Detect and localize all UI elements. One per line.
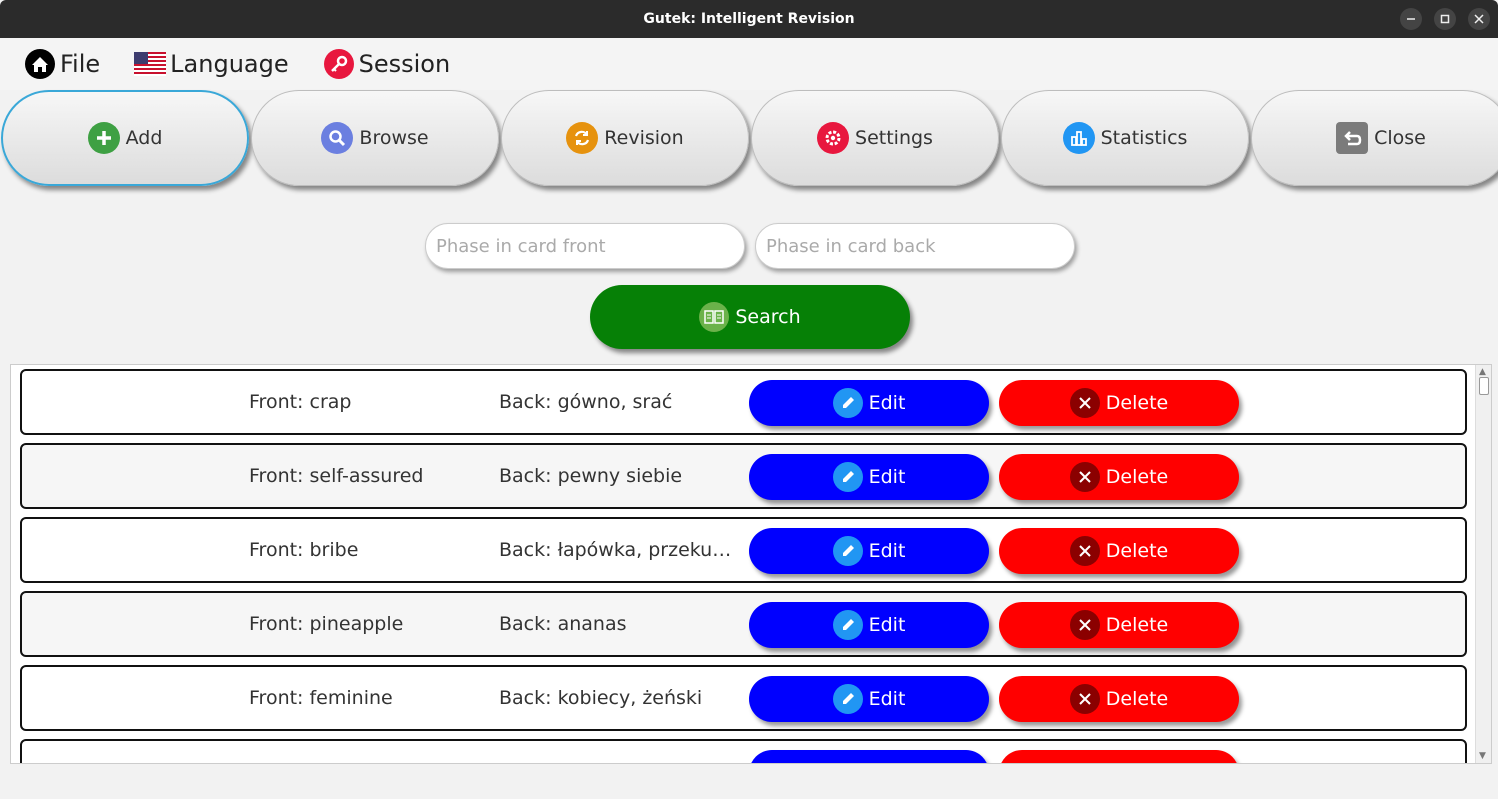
menu-language-label: Language (170, 50, 289, 78)
card-row: Front: pineapple Back: ananas Edit Delet… (20, 591, 1467, 657)
card-back-text: Back: gówno, srać (499, 391, 673, 413)
card-front-text: Front: bribe (249, 539, 359, 561)
front-search-input[interactable] (425, 223, 745, 269)
delete-button[interactable]: Delete (999, 602, 1239, 648)
maximize-button[interactable] (1434, 8, 1456, 30)
nav-statistics-button[interactable]: Statistics (1001, 90, 1249, 186)
card-front-text: Front: self-assured (249, 465, 424, 487)
x-icon (1069, 388, 1100, 418)
home-icon (24, 48, 56, 80)
title-bar: Gutek: Intelligent Revision (0, 0, 1498, 38)
x-icon (1069, 536, 1100, 566)
scroll-up-icon[interactable]: ▲ (1479, 367, 1486, 377)
gear-icon (817, 122, 850, 154)
menu-bar: File Language Session (0, 38, 1498, 90)
back-search-input[interactable] (755, 223, 1075, 269)
card-row: Front: feminine Back: kobiecy, żeński Ed… (20, 665, 1467, 731)
nav-browse-button[interactable]: Browse (251, 90, 499, 186)
plus-icon (87, 122, 120, 154)
card-front-text: Front: feminine (249, 687, 393, 709)
menu-file[interactable]: File (24, 48, 100, 80)
delete-label: Delete (1105, 688, 1169, 710)
delete-label: Delete (1105, 614, 1169, 636)
close-window-button[interactable] (1468, 8, 1490, 30)
bar-chart-icon (1062, 122, 1095, 154)
edit-button[interactable]: Edit (749, 454, 989, 500)
window-title: Gutek: Intelligent Revision (643, 11, 855, 27)
nav-browse-label: Browse (359, 127, 429, 149)
nav-revision-label: Revision (604, 127, 684, 149)
edit-label: Edit (868, 614, 906, 636)
us-flag-icon (134, 48, 167, 80)
card-back-text: Back: ananas (499, 613, 627, 635)
delete-button[interactable]: Delete (999, 676, 1239, 722)
window-controls (1400, 8, 1490, 30)
card-row: Front: crap Back: gówno, srać Edit Delet… (20, 369, 1467, 435)
pencil-icon (832, 610, 863, 640)
x-icon (1069, 684, 1100, 714)
card-row-partial (20, 739, 1467, 763)
pencil-icon (832, 684, 863, 714)
card-list: Front: crap Back: gówno, srać Edit Delet… (10, 364, 1492, 764)
card-row: Front: bribe Back: łapówka, przekupy... … (20, 517, 1467, 583)
nav-revision-button[interactable]: Revision (501, 90, 749, 186)
minimize-icon (1407, 18, 1415, 20)
edit-label: Edit (868, 688, 906, 710)
edit-button[interactable]: Edit (749, 380, 989, 426)
delete-button[interactable]: Delete (999, 528, 1239, 574)
nav-statistics-label: Statistics (1100, 127, 1188, 149)
menu-session-label: Session (358, 50, 451, 78)
pencil-icon (832, 388, 863, 418)
menu-session[interactable]: Session (323, 48, 451, 80)
card-back-text: Back: łapówka, przekupy... (499, 539, 739, 561)
search-button[interactable]: Search (590, 285, 910, 349)
edit-label: Edit (868, 392, 906, 414)
minimize-button[interactable] (1400, 8, 1422, 30)
scroll-thumb[interactable] (1479, 377, 1489, 395)
nav-close-label: Close (1374, 127, 1426, 149)
search-button-label: Search (735, 306, 801, 328)
delete-button[interactable]: Delete (999, 380, 1239, 426)
nav-settings-button[interactable]: Settings (751, 90, 999, 186)
back-arrow-icon (1336, 122, 1369, 154)
card-back-text: Back: pewny siebie (499, 465, 683, 487)
card-row: Front: self-assured Back: pewny siebie E… (20, 443, 1467, 509)
x-icon (1069, 610, 1100, 640)
scroll-down-icon[interactable]: ▼ (1479, 751, 1486, 761)
edit-button[interactable]: Edit (749, 676, 989, 722)
edit-button-partial[interactable] (749, 750, 989, 763)
card-front-text: Front: pineapple (249, 613, 404, 635)
maximize-icon (1440, 14, 1450, 24)
edit-button[interactable]: Edit (749, 602, 989, 648)
menu-file-label: File (60, 50, 101, 78)
nav-add-button[interactable]: Add (1, 90, 249, 186)
delete-button-partial[interactable] (999, 750, 1239, 763)
card-back-text: Back: kobiecy, żeński (499, 687, 703, 709)
pencil-icon (832, 536, 863, 566)
close-icon (1474, 14, 1484, 24)
nav-settings-label: Settings (855, 127, 933, 149)
delete-label: Delete (1105, 540, 1169, 562)
edit-button[interactable]: Edit (749, 528, 989, 574)
x-icon (1069, 462, 1100, 492)
edit-label: Edit (868, 540, 906, 562)
menu-language[interactable]: Language (134, 48, 289, 80)
delete-button[interactable]: Delete (999, 454, 1239, 500)
delete-label: Delete (1105, 392, 1169, 414)
refresh-icon (566, 122, 599, 154)
delete-label: Delete (1105, 466, 1169, 488)
search-icon (321, 122, 354, 154)
pencil-icon (832, 462, 863, 492)
list-scrollbar[interactable]: ▲ ▼ (1475, 365, 1491, 763)
nav-add-label: Add (125, 127, 163, 149)
book-icon (699, 302, 730, 332)
nav-bar: Add Browse Revision Settings Statistics … (0, 90, 1498, 188)
nav-close-button[interactable]: Close (1251, 90, 1498, 186)
key-icon (323, 48, 355, 80)
edit-label: Edit (868, 466, 906, 488)
card-front-text: Front: crap (249, 391, 352, 413)
